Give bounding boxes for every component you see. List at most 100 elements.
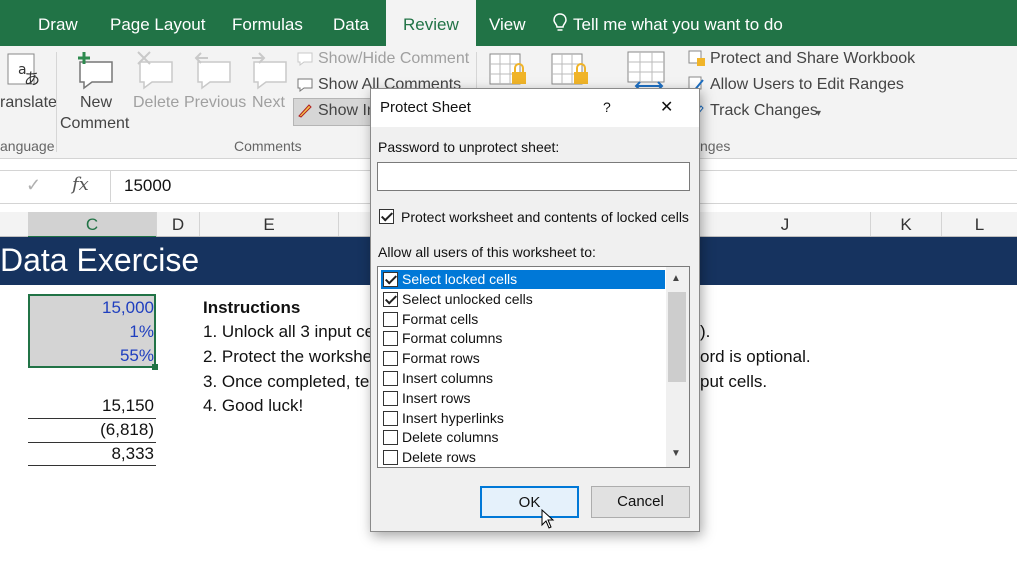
permission-label: Select locked cells <box>402 271 518 287</box>
column-header-l[interactable]: L <box>942 212 1017 236</box>
show-hide-comment-icon <box>297 51 313 67</box>
instruction-4: 4. Good luck! <box>203 396 304 415</box>
protect-share-workbook-button[interactable]: Protect and Share Workbook <box>710 50 915 68</box>
input-cell-1[interactable]: 15,000 <box>30 298 154 318</box>
output-cell-3[interactable]: 8,333 <box>30 444 154 464</box>
permission-item[interactable]: Format rows <box>381 349 665 368</box>
permission-item[interactable]: Format columns <box>381 329 665 348</box>
translate-icon[interactable]: aあ <box>4 52 44 92</box>
cancel-button[interactable]: Cancel <box>591 486 690 518</box>
next-comment-label: Next <box>252 94 285 111</box>
changes-group-label: nges <box>700 138 731 154</box>
share-workbook-icon[interactable] <box>626 50 670 92</box>
permission-checkbox[interactable] <box>383 351 398 367</box>
help-button[interactable]: ? <box>603 99 611 115</box>
ink-pen-icon <box>297 102 313 118</box>
show-ink-label: Show In <box>318 102 376 119</box>
ok-button[interactable]: OK <box>480 486 579 518</box>
chevron-down-icon[interactable]: ▾ <box>816 108 821 119</box>
fx-icon[interactable]: fx <box>72 174 89 195</box>
instruction-1-tail: ). <box>700 322 711 341</box>
previous-comment-icon <box>192 50 236 90</box>
tell-me-search[interactable]: Tell me what you want to do <box>573 0 783 46</box>
svg-text:あ: あ <box>24 69 40 88</box>
track-changes-button[interactable]: Track Changes <box>710 102 818 120</box>
column-header-e[interactable]: E <box>200 212 339 236</box>
permission-item[interactable]: Insert rows <box>381 389 665 408</box>
permission-item[interactable]: Select unlocked cells <box>381 290 665 309</box>
permission-checkbox[interactable] <box>383 371 398 386</box>
permission-label: Delete rows <box>402 449 476 466</box>
permission-label: Insert rows <box>402 389 471 406</box>
enter-check-icon[interactable]: ✓ <box>26 175 41 196</box>
new-comment-label-1[interactable]: New <box>80 94 112 112</box>
input-cell-3[interactable]: 55% <box>30 346 154 366</box>
permission-checkbox[interactable] <box>383 311 398 327</box>
next-comment-icon <box>248 50 292 90</box>
protect-workbook-icon[interactable] <box>550 52 590 90</box>
permission-label: Delete columns <box>402 429 499 446</box>
sheet-title: Data Exercise <box>0 242 200 278</box>
tab-view[interactable]: View <box>489 0 526 46</box>
protect-contents-label: Protect worksheet and contents of locked… <box>401 209 689 225</box>
tab-data[interactable]: Data <box>333 0 369 46</box>
close-icon[interactable]: ✕ <box>660 97 673 117</box>
formula-input[interactable]: 15000 <box>124 176 171 196</box>
allow-users-label: Allow all users of this worksheet to: <box>378 244 596 260</box>
password-input[interactable] <box>377 162 690 191</box>
permission-item[interactable]: Delete columns <box>381 428 665 447</box>
permission-checkbox[interactable] <box>383 430 398 446</box>
permission-item[interactable]: Delete rows <box>381 448 665 467</box>
protect-contents-checkbox[interactable] <box>379 209 394 224</box>
protect-share-icon <box>688 50 706 68</box>
translate-button-label[interactable]: ranslate <box>0 94 57 112</box>
permission-checkbox[interactable] <box>383 450 398 466</box>
dialog-title: Protect Sheet <box>380 99 471 116</box>
permission-label: Format rows <box>402 350 480 367</box>
permission-checkbox[interactable] <box>383 291 398 307</box>
language-group-label: anguage <box>0 138 55 154</box>
tab-page-layout[interactable]: Page Layout <box>110 0 205 46</box>
permission-item[interactable]: Format cells <box>381 310 665 329</box>
column-header-j[interactable]: J <box>700 212 871 236</box>
permission-checkbox[interactable] <box>383 390 398 406</box>
scroll-thumb[interactable] <box>668 292 686 382</box>
output-cell-1[interactable]: 15,150 <box>30 396 154 416</box>
permission-checkbox[interactable] <box>383 331 398 347</box>
ribbon-tab-bar: Draw Page Layout Formulas Data Review Vi… <box>0 0 1017 46</box>
column-header-c[interactable]: C <box>28 212 157 238</box>
tab-draw[interactable]: Draw <box>38 0 78 46</box>
instruction-3-tail: put cells. <box>700 372 768 391</box>
protect-sheet-icon[interactable] <box>488 52 528 90</box>
tab-formulas[interactable]: Formulas <box>232 0 303 46</box>
new-comment-label-2[interactable]: Comment <box>60 115 129 133</box>
scroll-up-icon[interactable]: ▲ <box>671 273 681 284</box>
permission-label: Insert hyperlinks <box>402 409 504 426</box>
instruction-2: 2. Protect the workshee <box>203 347 382 366</box>
delete-comment-icon <box>134 50 178 90</box>
permission-label: Insert columns <box>402 370 494 386</box>
show-all-comments-icon <box>297 77 313 93</box>
comments-group-label: Comments <box>234 138 302 154</box>
permission-label: Select unlocked cells <box>402 290 533 307</box>
input-cell-2[interactable]: 1% <box>30 322 154 342</box>
password-label: Password to unprotect sheet: <box>378 139 560 155</box>
output-cell-2[interactable]: (6,818) <box>30 420 154 440</box>
previous-comment-label: Previous <box>184 94 247 111</box>
permission-item[interactable]: Insert hyperlinks <box>381 409 665 428</box>
allow-users-edit-ranges-button[interactable]: Allow Users to Edit Ranges <box>710 76 904 94</box>
permission-checkbox[interactable] <box>383 272 398 287</box>
new-comment-icon[interactable] <box>74 50 118 90</box>
cell-border <box>28 442 156 443</box>
column-header-k[interactable]: K <box>871 212 942 236</box>
scroll-down-icon[interactable]: ▼ <box>671 448 681 459</box>
permission-checkbox[interactable] <box>383 410 398 426</box>
permission-item[interactable]: Insert columns <box>381 369 665 388</box>
tab-review[interactable]: Review <box>386 0 476 46</box>
instructions-heading: Instructions <box>203 298 301 317</box>
column-header-d[interactable]: D <box>157 212 200 236</box>
show-hide-comment-button: Show/Hide Comment <box>318 50 470 67</box>
permission-item[interactable]: Select locked cells <box>381 270 665 289</box>
cell-border <box>28 418 156 419</box>
lightbulb-icon <box>552 12 568 34</box>
